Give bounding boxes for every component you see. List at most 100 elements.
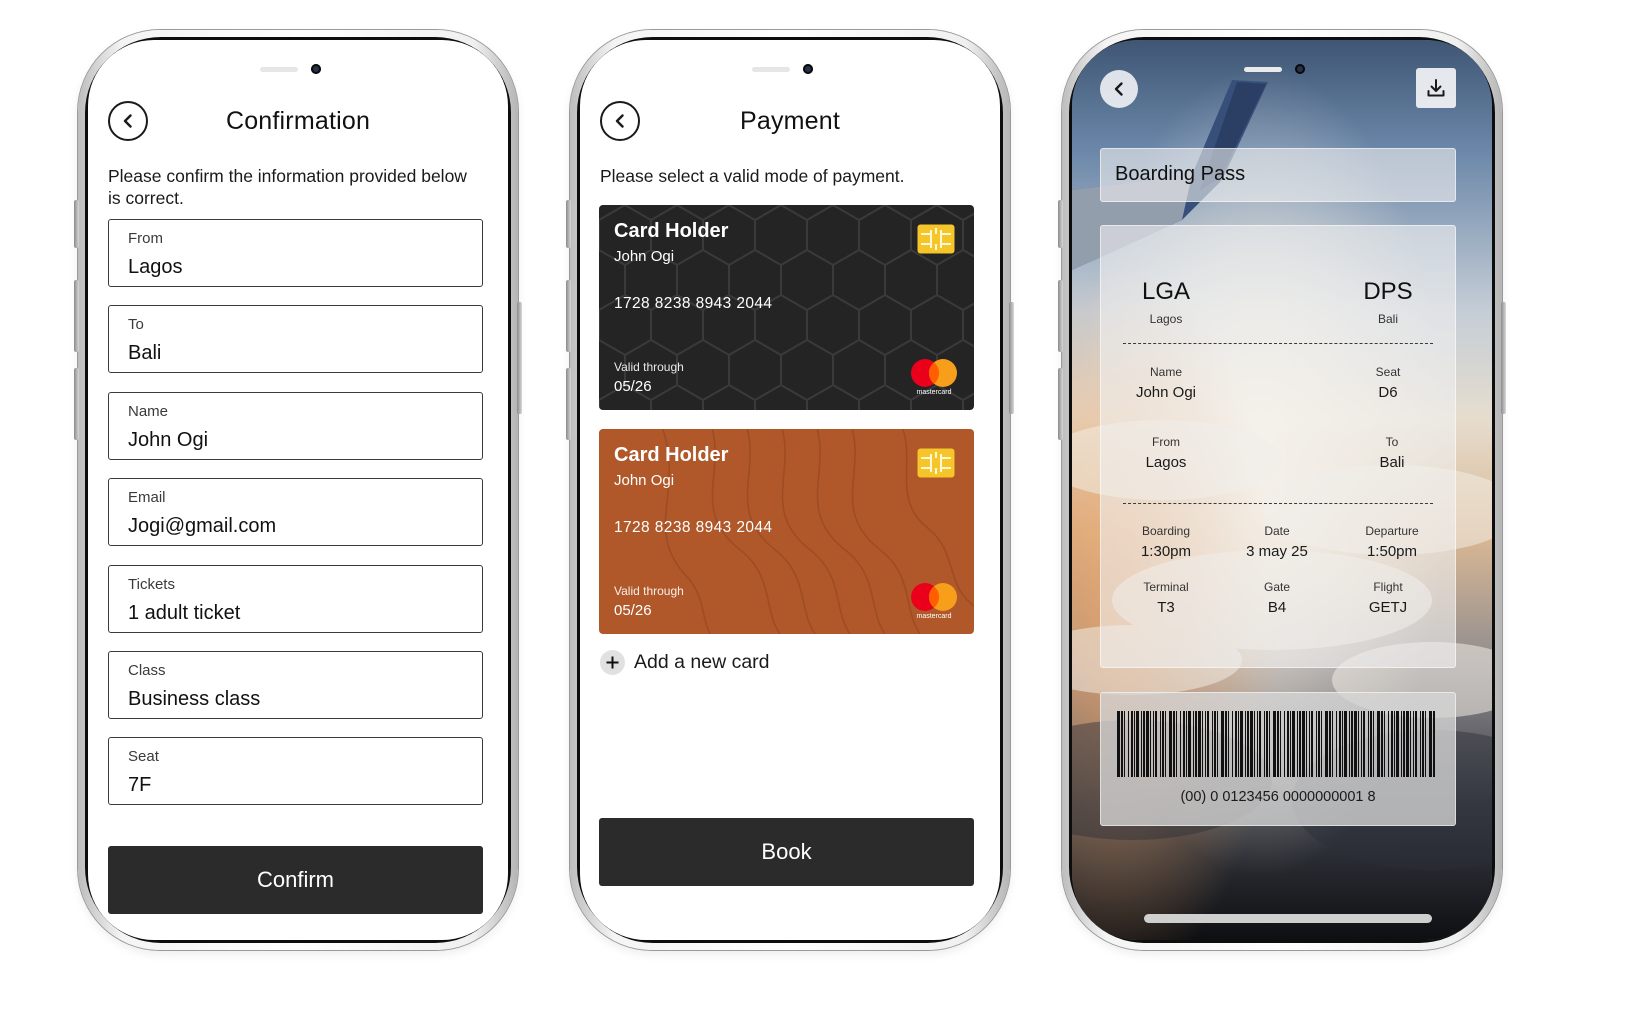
seat-field[interactable]: Seat 7F: [108, 737, 483, 805]
valid-through-date: 05/26: [614, 378, 652, 395]
dashed-divider: [1123, 503, 1433, 504]
card-brand: mastercard: [916, 613, 952, 620]
field-label: Tickets: [128, 576, 175, 593]
payment-card-dark[interactable]: Card Holder John Ogi 1728 8238 8943 2044…: [599, 205, 974, 410]
valid-through-label: Valid through: [614, 360, 684, 374]
page-title: Confirmation: [225, 107, 371, 135]
tickets-field[interactable]: Tickets 1 adult ticket: [108, 565, 483, 633]
seat-label: Seat: [1375, 365, 1401, 379]
from-label: From: [1152, 435, 1180, 449]
book-button[interactable]: Book: [599, 818, 974, 886]
phone-side-button: [74, 368, 79, 440]
field-label: From: [128, 230, 163, 247]
confirm-button[interactable]: Confirm: [108, 846, 483, 914]
name-label: Name: [1149, 365, 1182, 379]
to-field[interactable]: To Bali: [108, 305, 483, 373]
destination-city: Bali: [1377, 312, 1398, 326]
phone-side-button: [566, 368, 571, 440]
phone-confirmation: Confirmation Please confirm the informat…: [74, 30, 522, 950]
payment-card-copper[interactable]: Card Holder John Ogi 1728 8238 8943 2044…: [599, 429, 974, 634]
card-holder-title: Card Holder: [614, 444, 729, 466]
gate-value: B4: [1267, 599, 1287, 616]
email-field[interactable]: Email Jogi@gmail.com: [108, 478, 483, 546]
terminal-value: T3: [1157, 599, 1175, 616]
dashed-divider: [1123, 343, 1433, 344]
phone-side-button: [1501, 302, 1506, 414]
field-label: Class: [128, 662, 166, 679]
name-field[interactable]: Name John Ogi: [108, 392, 483, 460]
field-label: Name: [128, 403, 169, 420]
phone-boarding-pass: Boarding Pass LGA Lagos DPS Bali Name Jo…: [1058, 30, 1506, 950]
card-holder-name: John Ogi: [614, 472, 675, 489]
field-value: Business class: [128, 688, 261, 710]
speaker-grille: [752, 67, 790, 72]
boarding-time-label: Boarding: [1141, 524, 1191, 538]
phone-side-button: [566, 280, 571, 352]
field-value: John Ogi: [128, 429, 209, 451]
flight-value: GETJ: [1368, 599, 1408, 616]
confirmation-screen: Confirmation Please confirm the informat…: [88, 40, 508, 940]
phone-side-button: [566, 200, 571, 248]
front-camera: [803, 64, 813, 74]
phone-side-button: [74, 280, 79, 352]
barcode-number: (00) 0 0123456 0000000001 8: [1180, 789, 1376, 805]
gate-label: Gate: [1263, 580, 1290, 594]
add-card-button[interactable]: Add a new card: [600, 650, 770, 675]
valid-through-label: Valid through: [614, 584, 684, 598]
card-holder-title: Card Holder: [614, 220, 729, 242]
field-value: Jogi@gmail.com: [128, 515, 277, 537]
origin-code: LGA: [1141, 278, 1191, 305]
to-label: To: [1385, 435, 1399, 449]
speaker-grille: [1244, 67, 1282, 72]
field-value: 7F: [128, 774, 152, 796]
phone-side-button: [517, 302, 522, 414]
from-field[interactable]: From Lagos: [108, 219, 483, 287]
origin-city: Lagos: [1149, 312, 1183, 326]
flight-label: Flight: [1373, 580, 1403, 594]
date-value: 3 may 25: [1246, 543, 1308, 560]
field-value: Lagos: [128, 256, 183, 278]
destination-code: DPS: [1363, 278, 1413, 305]
boarding-time-value: 1:30pm: [1140, 543, 1192, 560]
field-value: Bali: [128, 342, 162, 364]
to-value: Bali: [1379, 454, 1405, 471]
field-label: To: [128, 316, 144, 333]
boarding-pass-header: Boarding Pass: [1100, 148, 1456, 202]
instruction-text: Please confirm the information provided …: [108, 166, 467, 208]
download-icon: [1427, 79, 1445, 97]
field-label: Email: [128, 489, 166, 506]
boarding-pass-ticket: LGA Lagos DPS Bali Name John Ogi Seat D6…: [1100, 225, 1456, 668]
chevron-left-icon: [1114, 82, 1123, 96]
phone-side-button: [1058, 280, 1063, 352]
front-camera: [1295, 64, 1305, 74]
instruction-text: Please select a valid mode of payment.: [600, 166, 905, 186]
seat-value: D6: [1378, 384, 1398, 401]
field-value: 1 adult ticket: [128, 602, 241, 624]
card-chip-icon: [917, 448, 955, 478]
phone-side-button: [1058, 200, 1063, 248]
phone-side-button: [1009, 302, 1014, 414]
departure-label: Departure: [1365, 524, 1419, 538]
card-holder-name: John Ogi: [614, 248, 675, 265]
phone-payment: Payment Please select a valid mode of pa…: [566, 30, 1014, 950]
plus-icon: [600, 650, 625, 675]
home-indicator: [1144, 914, 1432, 923]
departure-value: 1:50pm: [1366, 543, 1418, 560]
terminal-label: Terminal: [1143, 580, 1189, 594]
card-number: 1728 8238 8943 2044: [614, 519, 773, 536]
download-button[interactable]: [1416, 68, 1456, 108]
boarding-pass-screen: Boarding Pass LGA Lagos DPS Bali Name Jo…: [1072, 40, 1492, 940]
card-chip-icon: [917, 224, 955, 254]
valid-through-date: 05/26: [614, 602, 652, 619]
phone-side-button: [74, 200, 79, 248]
payment-screen: Payment Please select a valid mode of pa…: [580, 40, 1000, 940]
class-field[interactable]: Class Business class: [108, 651, 483, 719]
from-value: Lagos: [1145, 454, 1187, 471]
card-number: 1728 8238 8943 2044: [614, 295, 773, 312]
front-camera: [311, 64, 321, 74]
date-label: Date: [1264, 524, 1290, 538]
phone-side-button: [1058, 368, 1063, 440]
barcode: [1117, 711, 1435, 777]
back-button[interactable]: [1100, 70, 1138, 108]
page-title: Payment: [739, 107, 841, 135]
